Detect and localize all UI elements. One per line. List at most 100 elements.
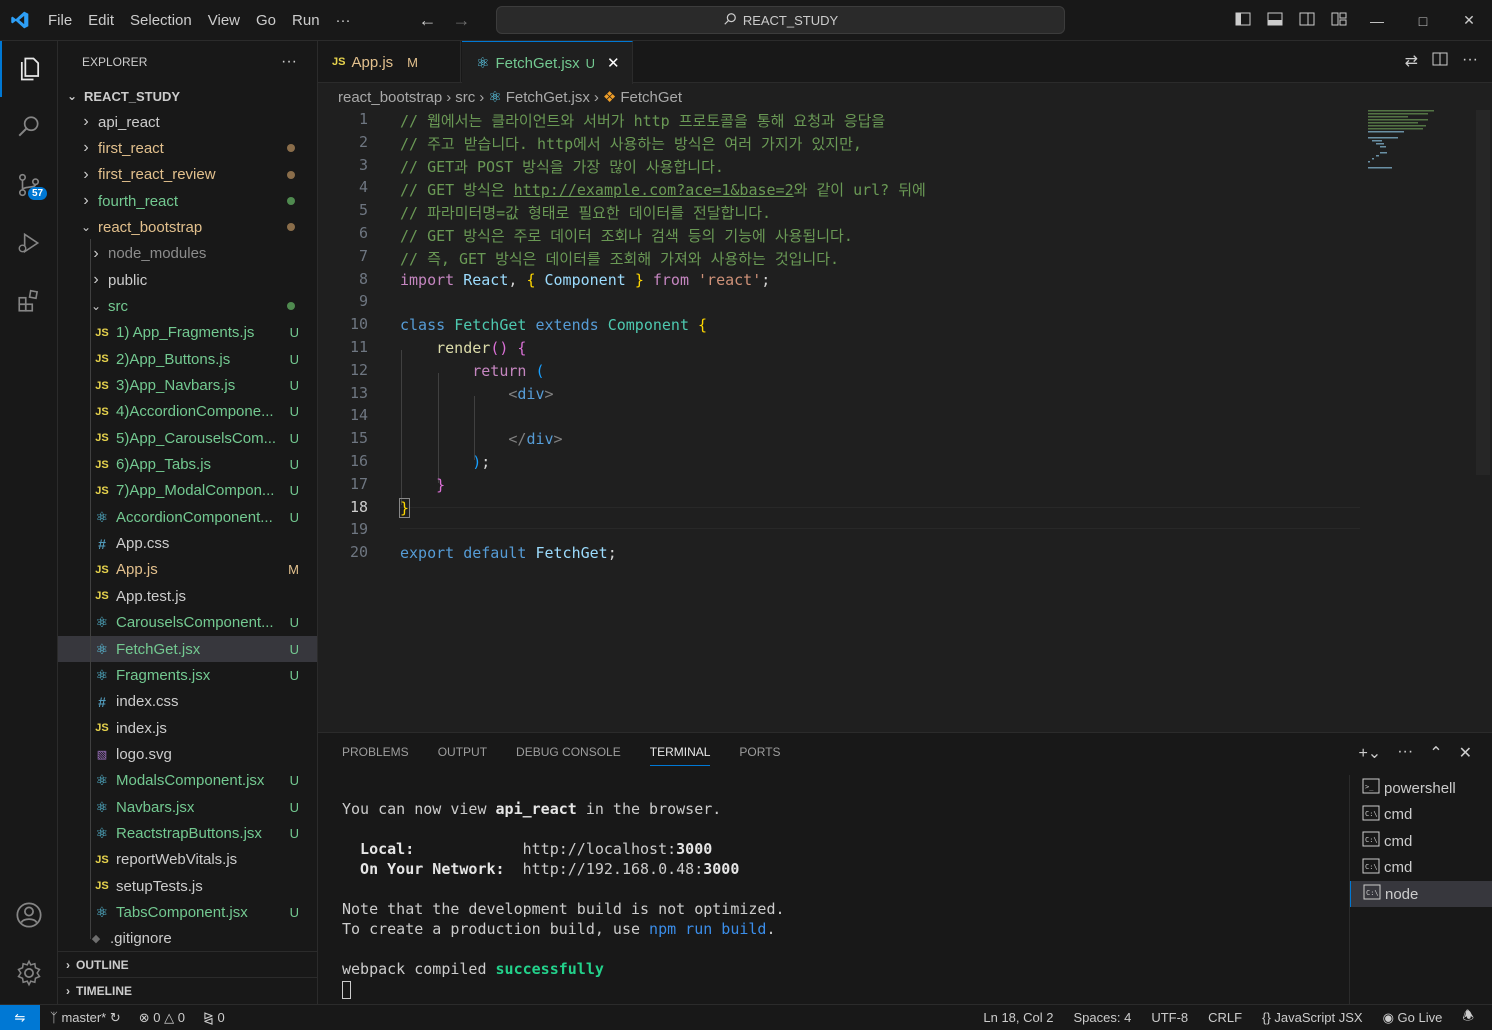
ports-status[interactable]: ⧎ 0 [203, 1010, 225, 1026]
toggle-primary-sidebar-icon[interactable] [1234, 10, 1252, 28]
tree-file[interactable]: JS App.js M [58, 557, 317, 583]
tree-folder[interactable]: › fourth_react [58, 188, 317, 214]
tree-folder[interactable]: › public [58, 267, 317, 293]
tree-file[interactable]: ⚛ ModalsComponent.jsx U [58, 768, 317, 794]
search-activity[interactable] [0, 99, 58, 155]
close-panel-icon[interactable]: ✕ [1459, 743, 1472, 763]
back-arrow-icon[interactable]: ← [419, 10, 437, 31]
maximize-panel-icon[interactable]: ⌃ [1429, 743, 1442, 763]
breadcrumb-file[interactable]: FetchGet.jsx [506, 89, 590, 106]
tab-fetchget-jsx[interactable]: ⚛ FetchGet.jsx U ✕ [462, 41, 633, 84]
manage-activity[interactable] [0, 945, 58, 1001]
tree-file[interactable]: JS 4)AccordionCompone... U [58, 399, 317, 425]
tree-folder[interactable]: › api_react [58, 109, 317, 135]
terminal-instance[interactable]: >_ powershell [1350, 775, 1492, 801]
tree-file[interactable]: ⚛ ReactstrapButtons.jsx U [58, 820, 317, 846]
accounts-activity[interactable] [0, 887, 58, 943]
toggle-panel-icon[interactable] [1266, 10, 1284, 28]
explorer-activity[interactable] [0, 41, 58, 97]
workspace-root[interactable]: ⌄ REACT_STUDY [58, 83, 317, 109]
maximize-icon[interactable]: □ [1400, 13, 1446, 29]
branch-status[interactable]: ᛉ master* ↻ [50, 1010, 121, 1026]
menu-file[interactable]: File [40, 12, 80, 29]
tree-file[interactable]: ⚛ CarouselsComponent... U [58, 610, 317, 636]
menu-more[interactable]: ··· [328, 12, 359, 29]
close-tab-icon[interactable]: ✕ [607, 54, 620, 72]
tree-file[interactable]: JS 6)App_Tabs.js U [58, 452, 317, 478]
extensions-activity[interactable] [0, 273, 58, 329]
menu-edit[interactable]: Edit [80, 12, 122, 29]
menu-run[interactable]: Run [284, 12, 328, 29]
menu-selection[interactable]: Selection [122, 12, 200, 29]
forward-arrow-icon[interactable]: → [453, 10, 471, 31]
split-editor-icon[interactable] [1432, 51, 1448, 72]
tree-file[interactable]: JS 7)App_ModalCompon... U [58, 478, 317, 504]
toggle-secondary-sidebar-icon[interactable] [1298, 10, 1316, 28]
tree-file[interactable]: ⚛ Fragments.jsx U [58, 662, 317, 688]
customize-layout-icon[interactable] [1330, 10, 1348, 28]
line-ending[interactable]: CRLF [1208, 1010, 1242, 1025]
terminal-instance[interactable]: C:\ cmd [1350, 802, 1492, 828]
terminal-instance[interactable]: C:\ cmd [1350, 828, 1492, 854]
terminal-instance[interactable]: C:\ node [1350, 881, 1492, 907]
tree-file[interactable]: # index.css [58, 689, 317, 715]
run-debug-activity[interactable] [0, 215, 58, 271]
terminal-instance[interactable]: C:\ cmd [1350, 855, 1492, 881]
encoding[interactable]: UTF-8 [1151, 1010, 1188, 1025]
minimap[interactable] [1368, 110, 1438, 170]
tree-file[interactable]: # App.css [58, 531, 317, 557]
tree-file[interactable]: JS 2)App_Buttons.js U [58, 346, 317, 372]
breadcrumb-folder[interactable]: react_bootstrap [338, 89, 442, 106]
breadcrumb-symbol[interactable]: FetchGet [620, 89, 682, 106]
bell-icon[interactable]: 🕭 [1462, 1007, 1474, 1029]
remote-indicator-icon[interactable]: ⇋ [0, 1004, 40, 1030]
terminal-output[interactable]: You can now view api_react in the browse… [342, 799, 785, 999]
cursor-position[interactable]: Ln 18, Col 2 [983, 1010, 1053, 1025]
new-terminal-icon[interactable]: +⌄ [1358, 743, 1381, 763]
tree-file[interactable]: ⚛ Navbars.jsx U [58, 794, 317, 820]
timeline-section[interactable]: › TIMELINE [58, 977, 317, 1003]
tree-file[interactable]: ◆ .gitignore [58, 926, 317, 952]
tree-file[interactable]: JS App.test.js [58, 583, 317, 609]
code-link[interactable]: http://example.com?ace=1&base=2 [514, 181, 794, 199]
minimize-icon[interactable]: — [1354, 13, 1400, 29]
tree-folder[interactable]: ⌄ react_bootstrap [58, 214, 317, 240]
problems-status[interactable]: ⊗ 0 △ 0 [139, 1010, 185, 1026]
breadcrumb-folder[interactable]: src [455, 89, 475, 106]
indentation[interactable]: Spaces: 4 [1073, 1010, 1131, 1025]
language-mode[interactable]: {} JavaScript JSX [1262, 1010, 1362, 1025]
tree-file[interactable]: ⚛ FetchGet.jsx U [58, 636, 317, 662]
tab-problems[interactable]: PROBLEMS [342, 745, 409, 766]
tree-folder[interactable]: › node_modules [58, 241, 317, 267]
tree-file[interactable]: ▧ logo.svg [58, 741, 317, 767]
panel-more-icon[interactable]: ··· [1397, 743, 1413, 763]
tree-file[interactable]: ⚛ TabsComponent.jsx U [58, 900, 317, 926]
tree-file[interactable]: JS setupTests.js [58, 873, 317, 899]
tree-file[interactable]: JS 5)App_CarouselsCom... U [58, 425, 317, 451]
tab-debug-console[interactable]: DEBUG CONSOLE [516, 745, 621, 766]
tab-terminal[interactable]: TERMINAL [649, 745, 711, 766]
tree-file[interactable]: JS 1) App_Fragments.js U [58, 320, 317, 346]
editor-more-icon[interactable]: ··· [1462, 51, 1478, 72]
go-live-button[interactable]: ◉ Go Live [1383, 1010, 1443, 1026]
command-center-search[interactable]: REACT_STUDY [496, 6, 1065, 34]
explorer-more-button[interactable]: ··· [281, 53, 297, 71]
editor-scrollbar[interactable] [1476, 110, 1490, 475]
tree-folder[interactable]: ⌄ src [58, 293, 317, 319]
menu-view[interactable]: View [200, 12, 248, 29]
tab-output[interactable]: OUTPUT [438, 745, 487, 766]
compare-changes-icon[interactable]: ⇄ [1405, 51, 1418, 72]
tree-file[interactable]: JS index.js [58, 715, 317, 741]
source-control-activity[interactable]: 57 [0, 157, 58, 213]
tab-ports[interactable]: PORTS [739, 745, 780, 766]
tree-folder[interactable]: › first_react [58, 135, 317, 161]
tree-file[interactable]: JS reportWebVitals.js [58, 847, 317, 873]
code-editor[interactable]: 1 2 3 4 5 6 7 8 9 10 11 12 13 14 15 16 17 18 19 20 // 웹에서는 … [318, 110, 1492, 732]
tree-folder[interactable]: › first_react_review [58, 162, 317, 188]
menu-go[interactable]: Go [248, 12, 284, 29]
tree-file[interactable]: JS 3)App_Navbars.js U [58, 373, 317, 399]
outline-section[interactable]: › OUTLINE [58, 951, 317, 977]
tab-app-js[interactable]: JS App.js M [318, 41, 461, 83]
tree-file[interactable]: ⚛ AccordionComponent... U [58, 504, 317, 530]
close-window-icon[interactable]: ✕ [1446, 12, 1492, 29]
